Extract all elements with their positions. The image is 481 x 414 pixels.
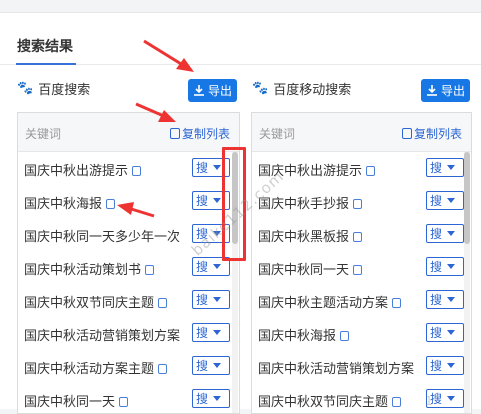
arrow-to-copy-list — [135, 102, 176, 122]
arrow-to-export — [143, 39, 194, 72]
annotation-arrows — [117, 39, 194, 218]
arrow-to-copy-icon — [117, 202, 155, 218]
